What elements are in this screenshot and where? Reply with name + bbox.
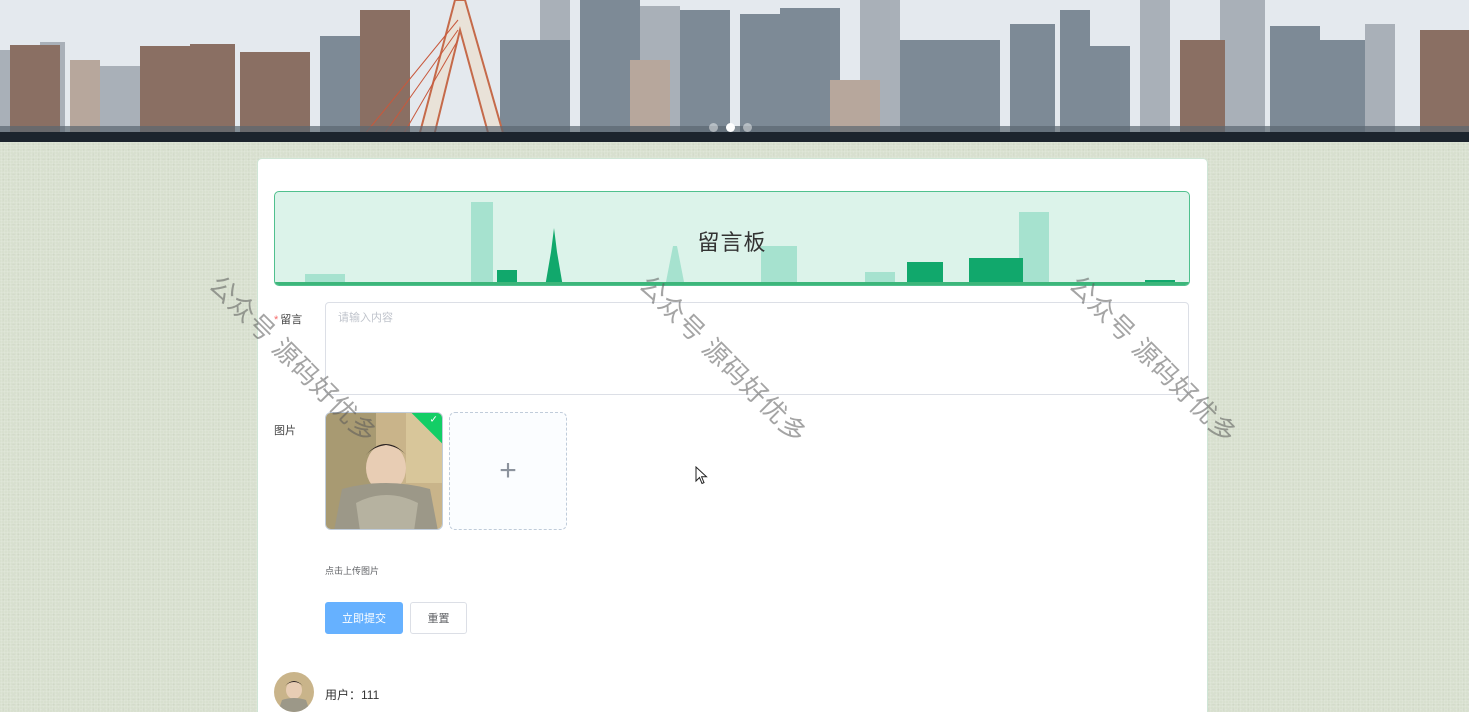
message-label-text: 留言: [280, 314, 303, 326]
portrait-photo: [326, 413, 442, 529]
message-label: * 留言: [274, 311, 302, 327]
image-label: 图片: [274, 425, 296, 437]
plus-icon: +: [499, 454, 517, 487]
carousel-dot[interactable]: [709, 123, 718, 132]
banner-carousel[interactable]: [0, 0, 1469, 142]
uploaded-image-thumbnail[interactable]: ✓: [325, 412, 443, 530]
header-underline: [275, 282, 1189, 285]
required-marker: *: [274, 314, 279, 326]
upload-tip: 点击上传图片: [325, 566, 380, 576]
board-title: 留言板: [697, 230, 767, 255]
comment-username: 用户：111: [325, 688, 380, 702]
carousel-indicators: [709, 123, 752, 132]
image-upload-button[interactable]: +: [449, 412, 567, 530]
avatar-photo: [274, 672, 314, 712]
comment-avatar: [274, 672, 314, 712]
carousel-dot[interactable]: [743, 123, 752, 132]
submit-button[interactable]: 立即提交: [325, 602, 403, 634]
board-header: 留言板: [274, 191, 1190, 286]
check-icon: ✓: [429, 414, 438, 426]
message-board-card: 留言板 *留言 图片 ✓ + 点击上传图片 立即提交 重置 用户：111: [258, 159, 1207, 712]
carousel-dot-active[interactable]: [726, 123, 735, 132]
city-skyline-image: [0, 0, 1469, 142]
message-textarea[interactable]: [325, 302, 1189, 395]
reset-button[interactable]: 重置: [410, 602, 467, 634]
